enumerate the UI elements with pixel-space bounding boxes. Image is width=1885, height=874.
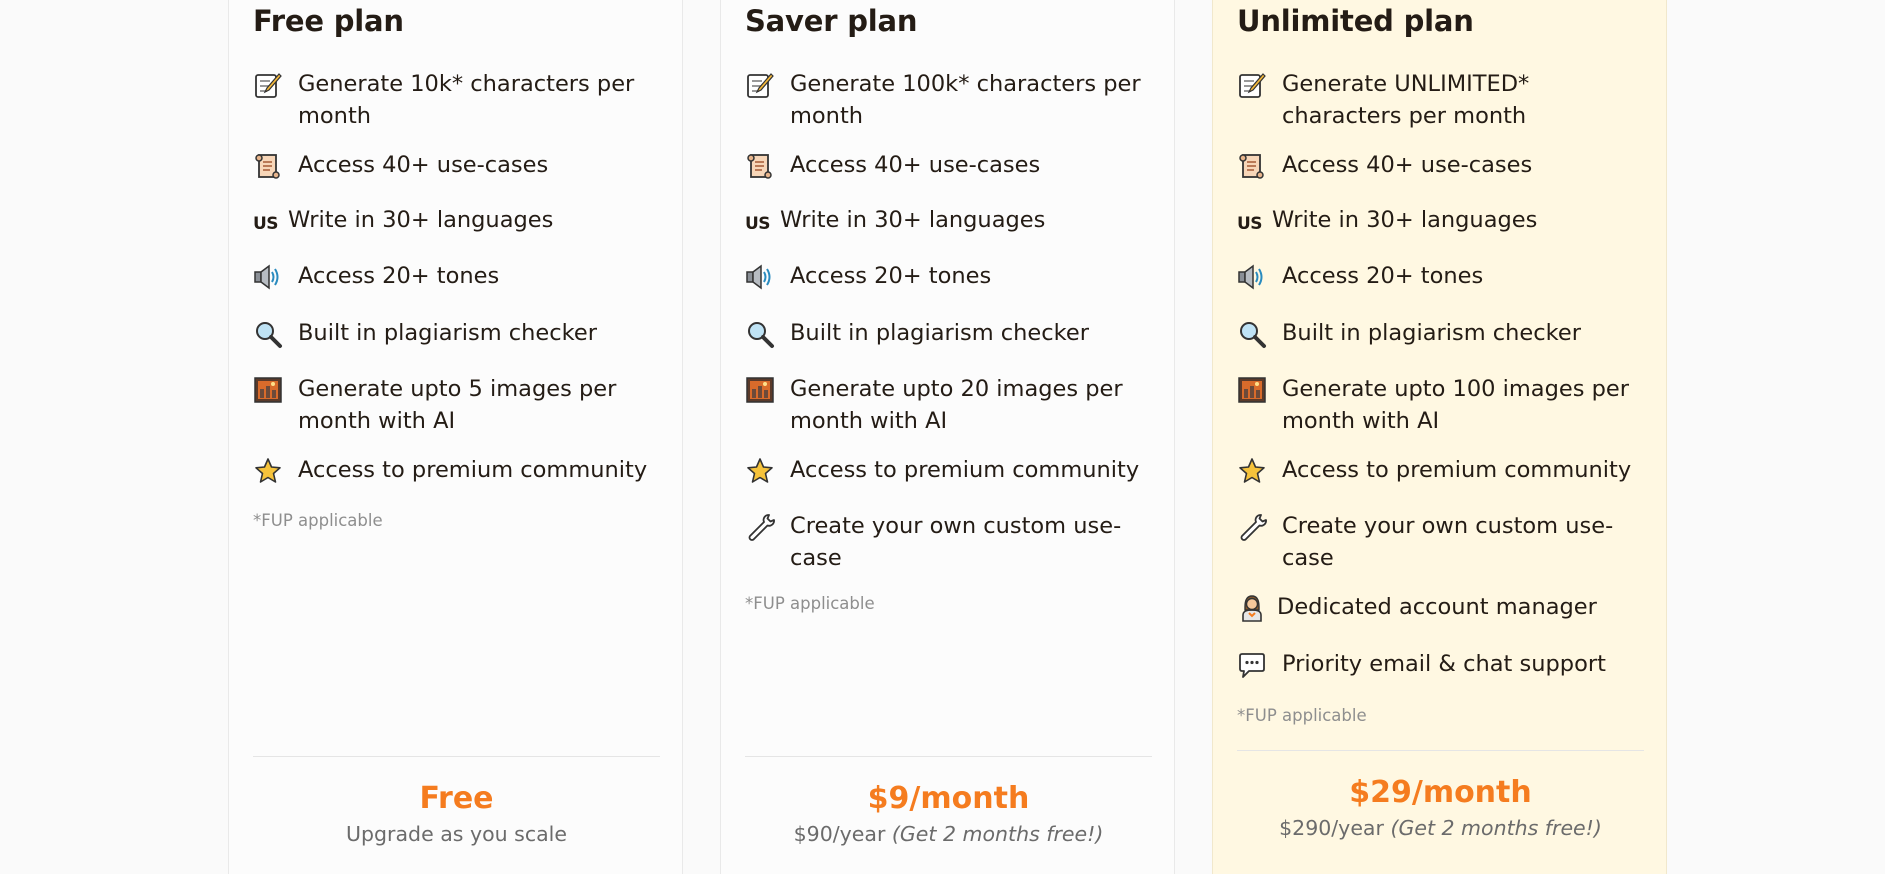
person-icon [1237,593,1267,623]
plan-title: Unlimited plan [1237,4,1474,38]
us-flag-icon: US [253,214,279,234]
feature-text: Access 40+ use-cases [298,152,549,178]
picture-icon [253,375,283,405]
feature-text: Generate upto 20 images per month with A… [790,376,1123,434]
speaker-icon [745,262,775,292]
divider [253,756,660,757]
feature-text: Generate upto 100 images per month with … [1282,376,1629,434]
feature-text: Generate 100k* characters per month [790,71,1141,129]
feature-text: Create your own custom use-case [1282,513,1614,571]
feature-text: Generate UNLIMITED* characters per month [1282,71,1530,129]
speaker-icon [253,262,283,292]
us-flag-icon: US [1237,214,1263,234]
us-flag-icon: US [745,214,771,234]
feature-text: Access to premium community [790,457,1140,483]
wrench-icon [745,512,775,542]
feature-text: Write in 30+ languages [288,207,554,233]
fup-note: *FUP applicable [253,511,383,530]
plan-price-subtext: $90/year (Get 2 months free!) [793,822,1104,846]
plan-price: $9/month [867,781,1030,816]
feature-text: Create your own custom use-case [790,513,1122,571]
wrench-icon [1237,512,1267,542]
scroll-icon [253,151,283,181]
memo-icon [253,70,283,100]
feature-text: Access to premium community [298,457,648,483]
feature-text: Access 20+ tones [1282,263,1484,289]
scroll-icon [1237,151,1267,181]
magnifier-icon [253,319,283,349]
plan-card-unlimited: Unlimited plan Generate UNLIMITED* chara… [1212,0,1667,874]
feature-text: Built in plagiarism checker [790,320,1089,346]
fup-note: *FUP applicable [745,594,875,613]
picture-icon [745,375,775,405]
pricing-section: Free plan Generate 10k* characters per m… [0,0,1885,874]
feature-text: Built in plagiarism checker [1282,320,1581,346]
feature-text: Built in plagiarism checker [298,320,597,346]
divider [1237,750,1644,751]
star-icon [1237,456,1267,486]
feature-text: Priority email & chat support [1282,651,1606,677]
feature-text: Generate upto 5 images per month with AI [298,376,617,434]
feature-text: Access 20+ tones [790,263,992,289]
plan-title: Free plan [253,4,404,38]
feature-text: Dedicated account manager [1277,594,1597,620]
fup-note: *FUP applicable [1237,706,1367,725]
star-icon [253,456,283,486]
feature-text: Access to premium community [1282,457,1632,483]
plan-price: $29/month [1349,775,1532,810]
feature-text: Access 40+ use-cases [1282,152,1533,178]
feature-text: Write in 30+ languages [1272,207,1538,233]
feature-text: Access 20+ tones [298,263,500,289]
memo-icon [1237,70,1267,100]
plan-price-subtext: Upgrade as you scale [346,822,567,846]
speech-bubble-icon [1237,650,1267,680]
scroll-icon [745,151,775,181]
plan-price-subtext: $290/year (Get 2 months free!) [1279,816,1602,840]
star-icon [745,456,775,486]
feature-text: Access 40+ use-cases [790,152,1041,178]
plan-card-free: Free plan Generate 10k* characters per m… [228,0,683,874]
magnifier-icon [1237,319,1267,349]
magnifier-icon [745,319,775,349]
feature-text: Write in 30+ languages [780,207,1046,233]
picture-icon [1237,375,1267,405]
plan-title: Saver plan [745,4,918,38]
speaker-icon [1237,262,1267,292]
divider [745,756,1152,757]
plan-card-saver: Saver plan Generate 100k* characters per… [720,0,1175,874]
plan-price: Free [419,781,494,816]
memo-icon [745,70,775,100]
feature-text: Generate 10k* characters per month [298,71,635,129]
